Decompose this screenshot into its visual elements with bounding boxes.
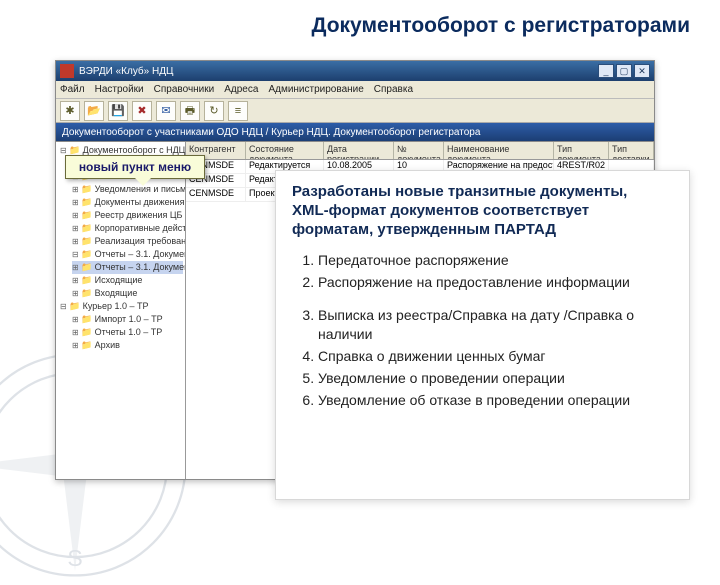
tree-item[interactable]: Исходящие (72, 274, 183, 287)
titlebar: ВЭРДИ «Клуб» НДЦ _ ▢ ✕ (56, 61, 654, 81)
page-title: Документооборот с регистраторами (0, 0, 720, 46)
grid-column-header[interactable]: Состояние документа (246, 142, 324, 159)
overlay-info-card: Разработаны новые транзитные документы, … (275, 170, 690, 500)
menu-item[interactable]: Адреса (224, 84, 258, 95)
tree-item[interactable]: Реализация требований 3.1 НДЦ (72, 235, 183, 248)
tree-item[interactable]: Корпоративные действия (72, 222, 183, 235)
grid-column-header[interactable]: № документа (394, 142, 444, 159)
callout-new-menu: новый пункт меню (65, 155, 205, 179)
toolbar-btn-new[interactable]: ✱ (60, 101, 80, 121)
menu-item[interactable]: Администрирование (268, 84, 363, 95)
tree-item[interactable]: Импорт 1.0 – ТР (72, 313, 183, 326)
tree-item[interactable]: Отчеты – 3.1. Документооборот регистрато… (72, 248, 183, 261)
window-title: ВЭРДИ «Клуб» НДЦ (79, 66, 593, 77)
list-item: Уведомление об отказе в проведении опера… (318, 391, 673, 410)
toolbar-btn-delete[interactable]: ✖ (132, 101, 152, 121)
menu-item[interactable]: Файл (60, 84, 85, 95)
doc-path-bar: Документооборот с участниками ОДО НДЦ / … (56, 123, 654, 141)
list-item: Уведомление о проведении операции (318, 369, 673, 388)
app-icon (60, 64, 74, 78)
overlay-list-2: Выписка из реестра/Справка на дату /Спра… (292, 306, 673, 409)
svg-text:S: S (67, 545, 82, 571)
tree-item[interactable]: Входящие (72, 287, 183, 300)
grid-header: КонтрагентСостояние документаДата регист… (186, 142, 654, 160)
grid-column-header[interactable]: Дата регистрации (324, 142, 394, 159)
toolbar-btn-extra[interactable]: ≡ (228, 101, 248, 121)
list-item: Передаточное распоряжение (318, 251, 673, 270)
overlay-headline: Разработаны новые транзитные документы, … (292, 183, 673, 239)
menu-item[interactable]: Справочники (154, 84, 215, 95)
grid-column-header[interactable]: Наименование документа (444, 142, 554, 159)
toolbar: ✱ 📂 💾 ✖ ✉ 🖶 ↻ ≡ (56, 99, 654, 123)
window-buttons: _ ▢ ✕ (598, 64, 650, 78)
table-cell: CENMSDE (186, 188, 246, 202)
grid-column-header[interactable]: Тип документа (554, 142, 609, 159)
list-item: Справка о движении ценных бумаг (318, 347, 673, 366)
tree-item[interactable]: Уведомления и письма (72, 183, 183, 196)
close-button[interactable]: ✕ (634, 64, 650, 78)
tree-item[interactable]: Документы движения ЦБ (72, 196, 183, 209)
tree-item[interactable]: Реестр движения ЦБ (72, 209, 183, 222)
toolbar-btn-refresh[interactable]: ↻ (204, 101, 224, 121)
toolbar-btn-send[interactable]: ✉ (156, 101, 176, 121)
menu-item[interactable]: Настройки (95, 84, 144, 95)
toolbar-btn-save[interactable]: 💾 (108, 101, 128, 121)
tree-pane[interactable]: Документооборот с НДЦ Архив Отчеты Уведо… (56, 142, 186, 479)
menubar: Файл Настройки Справочники Адреса Админи… (56, 81, 654, 99)
list-item: Выписка из реестра/Справка на дату /Спра… (318, 306, 673, 344)
menu-item[interactable]: Справка (374, 84, 413, 95)
toolbar-btn-print[interactable]: 🖶 (180, 101, 200, 121)
tree-item[interactable]: Отчеты 1.0 – ТР (72, 326, 183, 339)
tree-subroot[interactable]: Курьер 1.0 – ТР Импорт 1.0 – ТР Отчеты 1… (60, 300, 183, 352)
tree-item[interactable]: Архив (72, 339, 183, 352)
overlay-list-1: Передаточное распоряжение Распоряжение н… (292, 251, 673, 292)
tree-item-selected[interactable]: Отчеты – 3.1. Документооборот регистрато… (72, 261, 183, 274)
toolbar-btn-open[interactable]: 📂 (84, 101, 104, 121)
minimize-button[interactable]: _ (598, 64, 614, 78)
grid-column-header[interactable]: Тип доставки (609, 142, 654, 159)
list-item: Распоряжение на предоставление информаци… (318, 273, 673, 292)
maximize-button[interactable]: ▢ (616, 64, 632, 78)
